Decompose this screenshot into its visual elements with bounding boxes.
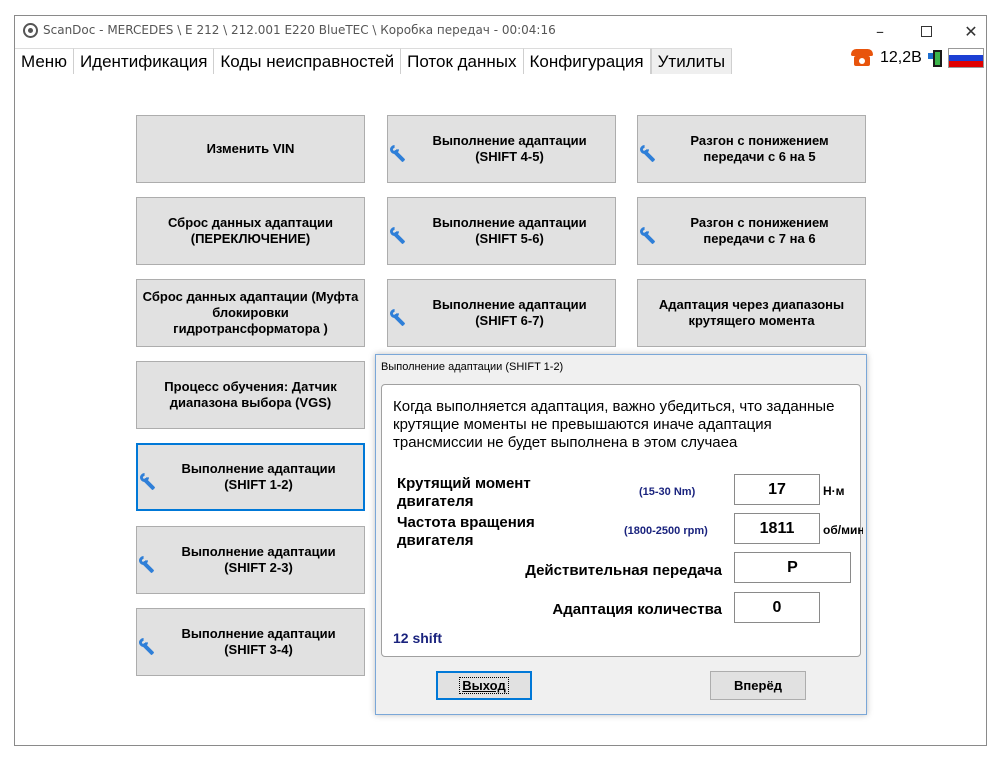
menu-item-configuration[interactable]: Конфигурация (523, 48, 651, 74)
scandoc-app-icon (23, 23, 38, 38)
shift-3-4-label: Выполнение адаптации (SHIFT 3-4) (181, 626, 336, 657)
maximize-icon (920, 25, 932, 37)
change-vin-button[interactable]: Изменить VIN (136, 115, 365, 183)
adaptation-dialog: Выполнение адаптации (SHIFT 1-2) Когда в… (375, 354, 867, 715)
torque-unit: Н·м (823, 484, 845, 498)
status-area: 12,2В (845, 45, 987, 71)
wrench-icon (138, 471, 158, 491)
shift-6-7-button[interactable]: Выполнение адаптации (SHIFT 6-7) (387, 279, 616, 347)
shift-6-7-label: Выполнение адаптации (SHIFT 6-7) (432, 297, 587, 328)
next-button[interactable]: Вперёд (710, 671, 806, 700)
vgs-learning-label: Процесс обучения: Датчик диапазона выбор… (164, 379, 337, 410)
dialog-title: Выполнение адаптации (SHIFT 1-2) (381, 361, 564, 373)
menu-item-fault-codes[interactable]: Коды неисправностей (214, 48, 402, 74)
speed-value-field: 1811 (734, 513, 820, 544)
voltage-readout: 12,2В (880, 49, 922, 66)
maximize-button[interactable] (903, 16, 949, 46)
exit-button-label: Выход (459, 677, 509, 694)
shift-5-6-label: Выполнение адаптации (SHIFT 5-6) (432, 215, 587, 246)
menu-item-menu[interactable]: Меню (15, 48, 74, 74)
battery-plug-icon (927, 48, 944, 68)
torque-range-adaptation-label: Адаптация через диапазоны крутящего моме… (658, 297, 845, 328)
menu-item-identification[interactable]: Идентификация (73, 48, 215, 74)
title-bar: ScanDoc - MERCEDES \ E 212 \ 212.001 E22… (15, 16, 986, 46)
next-button-label: Вперёд (734, 678, 782, 693)
speed-label: Частота вращения двигателя (397, 514, 535, 549)
speed-unit: об/мин (823, 523, 863, 537)
shift-2-3-label: Выполнение адаптации (SHIFT 2-3) (181, 544, 336, 575)
adaptation-count-label: Адаптация количества (552, 601, 722, 618)
adaptation-count-field: 0 (734, 592, 820, 623)
close-button[interactable]: ✕ (948, 16, 994, 46)
menu-bar: Меню Идентификация Коды неисправностей П… (15, 48, 986, 74)
shift-3-4-button[interactable]: Выполнение адаптации (SHIFT 3-4) (136, 608, 365, 676)
wrench-icon (388, 225, 408, 245)
downshift-6-5-label: Разгон с понижением передачи с 6 на 5 (690, 133, 829, 164)
shift-1-2-button[interactable]: Выполнение адаптации (SHIFT 1-2) (136, 443, 365, 511)
torque-range: (15-30 Nm) (639, 486, 696, 498)
reset-adaptation-clutch-button[interactable]: Сброс данных адаптации (Муфта блокировки… (136, 279, 365, 347)
vgs-learning-button[interactable]: Процесс обучения: Датчик диапазона выбор… (136, 361, 365, 429)
shift-4-5-label: Выполнение адаптации (SHIFT 4-5) (432, 133, 587, 164)
wrench-icon (137, 636, 157, 656)
menu-item-data-stream[interactable]: Поток данных (401, 48, 524, 74)
dialog-panel: Когда выполняется адаптация, важно убеди… (381, 384, 863, 657)
russian-flag-icon[interactable] (947, 48, 984, 68)
shift-5-6-button[interactable]: Выполнение адаптации (SHIFT 5-6) (387, 197, 616, 265)
wrench-icon (638, 143, 658, 163)
torque-range-adaptation-button[interactable]: Адаптация через диапазоны крутящего моме… (637, 279, 866, 347)
gear-label: Действительная передача (525, 562, 722, 579)
reset-adaptation-clutch-label: Сброс данных адаптации (Муфта блокировки… (142, 289, 359, 336)
phone-icon[interactable] (851, 49, 875, 67)
menu-item-utilities[interactable]: Утилиты (650, 48, 733, 74)
reset-adaptation-shift-label: Сброс данных адаптации (ПЕРЕКЛЮЧЕНИЕ) (167, 215, 334, 246)
downshift-6-5-button[interactable]: Разгон с понижением передачи с 6 на 5 (637, 115, 866, 183)
reset-adaptation-shift-button[interactable]: Сброс данных адаптации (ПЕРЕКЛЮЧЕНИЕ) (136, 197, 365, 265)
wrench-icon (638, 225, 658, 245)
downshift-7-6-label: Разгон с понижением передачи с 7 на 6 (690, 215, 829, 246)
dialog-message: Когда выполняется адаптация, важно убеди… (393, 398, 835, 451)
wrench-icon (137, 554, 157, 574)
shift-4-5-button[interactable]: Выполнение адаптации (SHIFT 4-5) (387, 115, 616, 183)
downshift-7-6-button[interactable]: Разгон с понижением передачи с 7 на 6 (637, 197, 866, 265)
gear-value-field: P (734, 552, 851, 583)
shift-1-2-label: Выполнение адаптации (SHIFT 1-2) (181, 461, 336, 492)
speed-range: (1800-2500 rpm) (624, 525, 708, 537)
wrench-icon (388, 307, 408, 327)
window-title: ScanDoc - MERCEDES \ E 212 \ 212.001 E22… (43, 23, 556, 37)
shift-counter-label: 12 shift (393, 630, 443, 646)
exit-button[interactable]: Выход (436, 671, 532, 700)
torque-value-field: 17 (734, 474, 820, 505)
torque-label: Крутящий момент двигателя (397, 475, 531, 510)
shift-2-3-button[interactable]: Выполнение адаптации (SHIFT 2-3) (136, 526, 365, 594)
change-vin-label: Изменить VIN (206, 141, 295, 156)
wrench-icon (388, 143, 408, 163)
minimize-button[interactable]: – (857, 16, 903, 46)
